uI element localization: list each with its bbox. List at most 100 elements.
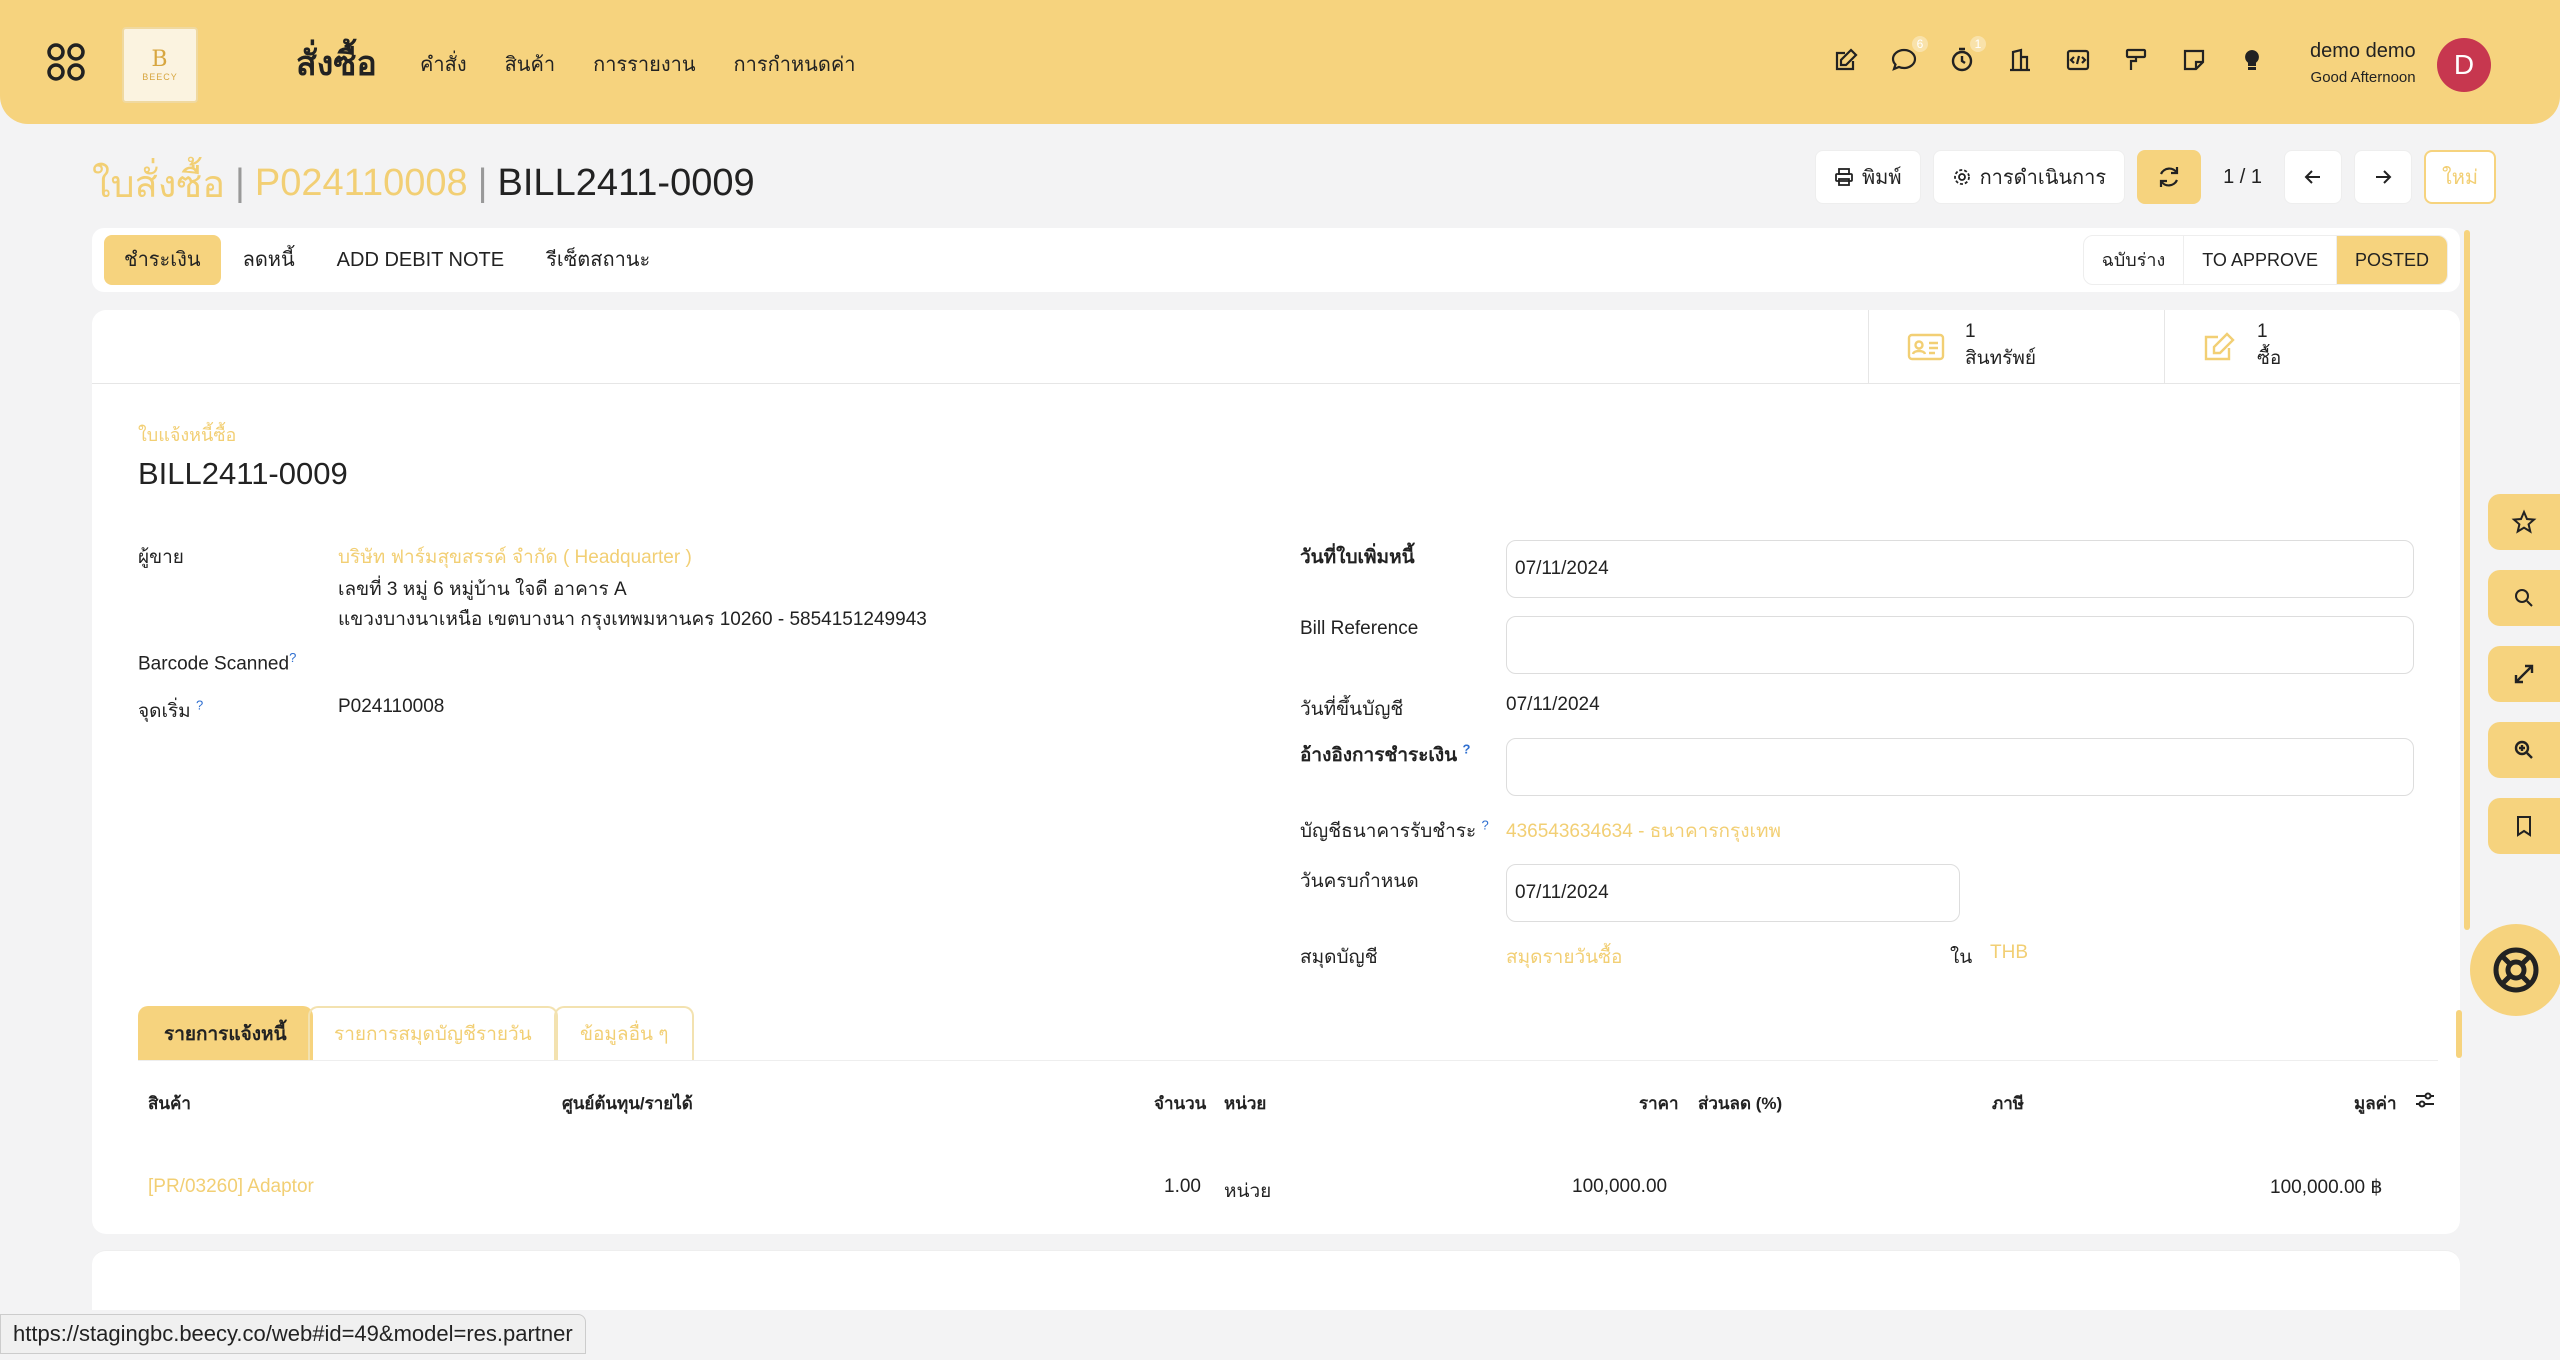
tab-other-info[interactable]: ข้อมูลอื่น ๆ <box>554 1006 695 1060</box>
company-logo[interactable]: B BEECY <box>122 27 198 103</box>
currency-link[interactable]: THB <box>1990 942 2028 964</box>
document-type: ใบแจ้งหนี้ซื้อ <box>138 425 237 445</box>
line-product-link[interactable]: [PR/03260] Adaptor <box>148 1176 314 1198</box>
print-button[interactable]: พิมพ์ <box>1815 150 1921 204</box>
app-title[interactable]: สั่งซื้อ <box>296 36 377 90</box>
scrollbar-thumb[interactable] <box>2464 230 2470 930</box>
user-menu[interactable]: demo demo Good Afternoon <box>2310 40 2416 86</box>
accounting-date-value[interactable]: 07/11/2024 <box>1506 694 1600 716</box>
origin-value: P024110008 <box>338 696 445 717</box>
vendor-name-link[interactable]: บริษัท ฟาร์มสุขสรรค์ จำกัด ( Headquarter… <box>338 542 692 572</box>
payment-reference-field[interactable] <box>1506 738 2414 796</box>
assets-smart-button[interactable]: 1 สินทรัพย์ <box>1868 310 2164 384</box>
register-payment-button[interactable]: ชำระเงิน <box>104 235 221 285</box>
user-name: demo demo <box>2310 40 2416 62</box>
line-subtotal: 100,000.00 ฿ <box>2270 1177 2383 1198</box>
arrow-right-icon <box>2376 170 2392 184</box>
zoom-in-icon <box>2514 740 2533 759</box>
purchase-label: ซื้อ <box>2257 348 2282 369</box>
favorite-star-button[interactable] <box>2488 494 2560 550</box>
column-settings-icon[interactable] <box>2414 1090 2436 1115</box>
bookmark-icon <box>2517 816 2531 837</box>
purchase-count: 1 <box>2257 321 2268 342</box>
paint-roller-icon[interactable] <box>2120 44 2152 76</box>
refresh-icon <box>2160 167 2179 187</box>
status-url: https://stagingbc.beecy.co/web#id=49&mod… <box>0 1314 586 1354</box>
credit-note-button[interactable]: ลดหนี้ <box>223 235 315 285</box>
user-greeting: Good Afternoon <box>2310 69 2416 86</box>
breadcrumb-root[interactable]: ใบสั่งซื้อ <box>92 153 225 214</box>
search-button[interactable] <box>2488 570 2560 626</box>
col-price[interactable]: ราคา <box>1639 1090 1679 1117</box>
bill-date-field[interactable]: 07/11/2024 <box>1506 540 2414 598</box>
avatar[interactable]: D <box>2437 38 2491 92</box>
bookmark-button[interactable] <box>2488 798 2560 854</box>
pager-value[interactable]: 1 / 1 <box>2223 166 2262 189</box>
journal-link[interactable]: สมุดรายวันซื้อ <box>1506 942 1622 972</box>
help-icon[interactable]: ? <box>196 698 203 713</box>
refresh-button[interactable] <box>2137 150 2202 204</box>
bank-account-link[interactable]: 436543634634 - ธนาคารกรุงเทพ <box>1506 816 1781 846</box>
tab-invoice-lines[interactable]: รายการแจ้งหนี้ <box>138 1006 313 1060</box>
col-discount[interactable]: ส่วนลด (%) <box>1698 1090 1782 1117</box>
expand-button[interactable] <box>2488 646 2560 702</box>
bill-reference-field[interactable] <box>1506 616 2414 674</box>
code-window-icon[interactable] <box>2062 44 2094 76</box>
helpdesk-button[interactable] <box>2470 924 2560 1016</box>
chat-badge: 6 <box>1912 36 1928 52</box>
vendor-address-line2: แขวงบางนาเหนือ เขตบางนา กรุงเทพมหานคร 10… <box>338 609 927 630</box>
apps-menu-icon[interactable] <box>46 42 86 82</box>
help-icon[interactable]: ? <box>289 650 296 665</box>
add-debit-note-button[interactable]: ADD DEBIT NOTE <box>317 235 524 285</box>
arrow-left-icon <box>2304 170 2321 184</box>
activity-badge: 1 <box>1970 36 1986 52</box>
systray: 6 1 <box>1830 36 2268 76</box>
pager-next-button[interactable] <box>2354 150 2413 204</box>
chat-icon[interactable]: 6 <box>1888 36 1928 76</box>
help-icon[interactable]: ? <box>1462 742 1470 757</box>
search-icon <box>2515 589 2533 607</box>
lightbulb-icon[interactable] <box>2236 44 2268 76</box>
state-to-approve[interactable]: TO APPROVE <box>2184 236 2337 284</box>
edit-icon <box>2204 332 2235 361</box>
state-draft[interactable]: ฉบับร่าง <box>2084 236 2185 284</box>
sticky-note-icon[interactable] <box>2178 44 2210 76</box>
vendor-address-line1: เลขที่ 3 หมู่ 6 หมู่บ้าน ใจดี อาคาร A <box>338 579 627 600</box>
col-uom[interactable]: หน่วย <box>1224 1090 1266 1117</box>
col-taxes[interactable]: ภาษี <box>1992 1090 2024 1117</box>
col-product[interactable]: สินค้า <box>148 1090 191 1117</box>
inner-scrollbar-thumb[interactable] <box>2456 1010 2462 1058</box>
state-posted[interactable]: POSTED <box>2336 236 2447 284</box>
sheet-footer <box>92 1250 2460 1310</box>
pager-previous-button[interactable] <box>2284 150 2343 204</box>
currency-in-label: ใน <box>1950 947 1973 968</box>
new-button[interactable]: ใหม่ <box>2424 150 2497 204</box>
gear-icon <box>1953 169 1970 185</box>
purchase-smart-button[interactable]: 1 ซื้อ <box>2164 310 2460 384</box>
line-price[interactable]: 100,000.00 <box>1572 1176 1667 1198</box>
col-analytic[interactable]: ศูนย์ต้นทุน/รายได้ <box>562 1090 693 1117</box>
line-uom[interactable]: หน่วย <box>1224 1176 1271 1206</box>
tab-journal-items[interactable]: รายการสมุดบัญชีรายวัน <box>308 1006 558 1060</box>
form-sheet: 1 สินทรัพย์ 1 ซื้อ ใบแจ้งหนี้ซื้อ BILL24… <box>92 310 2460 1234</box>
breadcrumb: ใบสั่งซื้อ | P024110008 | BILL2411-0009 <box>92 153 755 214</box>
due-date-field[interactable]: 07/11/2024 <box>1506 864 1960 922</box>
help-icon[interactable]: ? <box>1482 818 1489 833</box>
edit-note-icon[interactable] <box>1830 44 1862 76</box>
menu-products[interactable]: สินค้า <box>505 48 556 80</box>
breadcrumb-parent[interactable]: P024110008 <box>255 162 468 205</box>
activity-clock-icon[interactable]: 1 <box>1946 36 1986 76</box>
menu-reporting[interactable]: การรายงาน <box>593 48 695 80</box>
zoom-button[interactable] <box>2488 722 2560 778</box>
reset-status-button[interactable]: รีเซ็ตสถานะ <box>526 235 670 285</box>
assets-count: 1 <box>1965 321 1976 342</box>
col-subtotal[interactable]: มูลค่า <box>2354 1090 2397 1117</box>
menu-orders[interactable]: คำสั่ง <box>420 48 467 80</box>
line-quantity[interactable]: 1.00 <box>1164 1176 1201 1198</box>
breadcrumb-current: BILL2411-0009 <box>497 162 755 204</box>
company-building-icon[interactable] <box>2004 44 2036 76</box>
document-name: BILL2411-0009 <box>138 456 348 491</box>
action-button[interactable]: การดำเนินการ <box>1932 150 2126 204</box>
menu-configuration[interactable]: การกำหนดค่า <box>734 48 856 80</box>
col-quantity[interactable]: จำนวน <box>1154 1090 1206 1117</box>
